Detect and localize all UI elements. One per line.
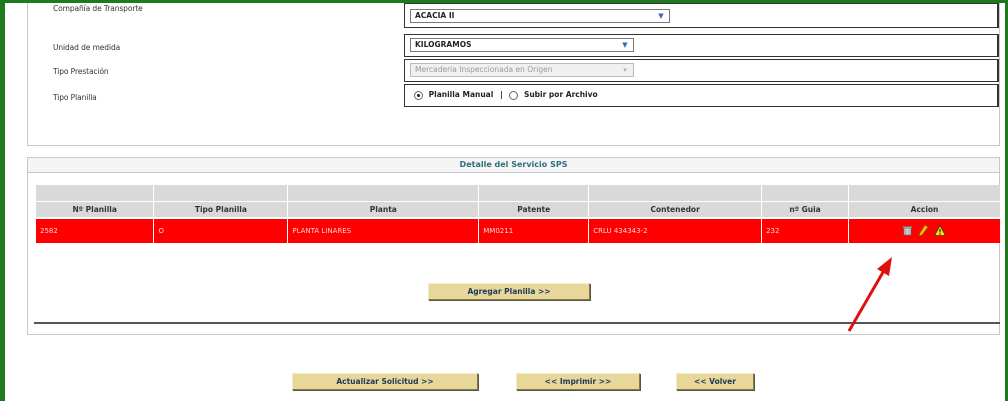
column-header: Patente xyxy=(478,200,590,218)
unit-value: KILOGRAMOS xyxy=(415,40,472,49)
chevron-down-icon: ▼ xyxy=(658,12,664,20)
update-request-button[interactable]: Actualizar Solicitud >> xyxy=(292,373,478,390)
radio-file-label: Subir por Archivo xyxy=(523,90,598,99)
cell-contenedor: CRLU 434343-2 xyxy=(588,217,763,243)
service-type-label: Tipo Prestación xyxy=(53,67,109,76)
warning-icon[interactable] xyxy=(934,224,947,238)
column-header: nº Guia xyxy=(761,200,850,218)
cell-planilla: 2582 xyxy=(36,217,155,243)
column-header: Nº Planilla xyxy=(36,200,155,218)
radio-separator: | xyxy=(499,90,503,99)
detail-title: Detalle del Servicio SPS xyxy=(28,158,999,173)
cell-patente: MM0211 xyxy=(478,217,590,243)
column-header: Planta xyxy=(287,200,480,218)
transport-company-value: ACACIA II xyxy=(415,11,455,20)
service-type-select: Mercaderia Inspeccionada en Origen ▾ xyxy=(410,63,634,77)
radio-manual-label: Planilla Manual xyxy=(428,90,494,99)
sheet-type-field: Planilla Manual | Subir por Archivo xyxy=(404,84,999,107)
column-header: Accion xyxy=(848,200,1001,218)
unit-field: KILOGRAMOS ▼ xyxy=(404,34,999,57)
chevron-down-icon: ▼ xyxy=(622,41,628,49)
sheet-type-label: Tipo Planilla xyxy=(53,93,97,102)
chevron-down-icon: ▾ xyxy=(623,66,627,74)
annotation-arrow-icon xyxy=(847,257,892,332)
add-planilla-button[interactable]: Agregar Planilla >> xyxy=(428,283,590,300)
transport-company-select[interactable]: ACACIA II ▼ xyxy=(410,9,670,23)
print-button[interactable]: << Imprimir >> xyxy=(516,373,640,390)
service-type-field: Mercaderia Inspeccionada en Origen ▾ xyxy=(404,59,999,82)
table-spacer-row xyxy=(36,185,1001,201)
service-type-value: Mercaderia Inspeccionada en Origen xyxy=(415,65,553,74)
cell-guia: 232 xyxy=(761,217,850,243)
edit-pencil-icon[interactable] xyxy=(918,224,929,238)
cell-tipo: O xyxy=(153,217,289,243)
delete-icon[interactable] xyxy=(902,225,913,238)
radio-manual[interactable] xyxy=(414,90,423,100)
planillas-table: Nº Planilla Tipo Planilla Planta Patente… xyxy=(36,185,1001,243)
cell-actions xyxy=(848,217,1001,243)
transport-company-label: Compañía de Transporte xyxy=(53,4,143,13)
column-header: Contenedor xyxy=(588,200,763,218)
table-row: 2582 O PLANTA LINARES MM0211 CRLU 434343… xyxy=(36,217,1001,243)
unit-select[interactable]: KILOGRAMOS ▼ xyxy=(410,38,634,52)
cell-planta: PLANTA LINARES xyxy=(287,217,480,243)
radio-file[interactable] xyxy=(509,90,519,100)
sheet-type-radio-group: Planilla Manual | Subir por Archivo xyxy=(414,90,598,100)
unit-label: Unidad de medida xyxy=(53,43,121,52)
column-header: Tipo Planilla xyxy=(153,200,289,218)
back-button[interactable]: << Volver xyxy=(676,373,754,390)
transport-company-field: ACACIA II ▼ xyxy=(404,3,999,28)
table-header-row: Nº Planilla Tipo Planilla Planta Patente… xyxy=(36,200,1001,218)
